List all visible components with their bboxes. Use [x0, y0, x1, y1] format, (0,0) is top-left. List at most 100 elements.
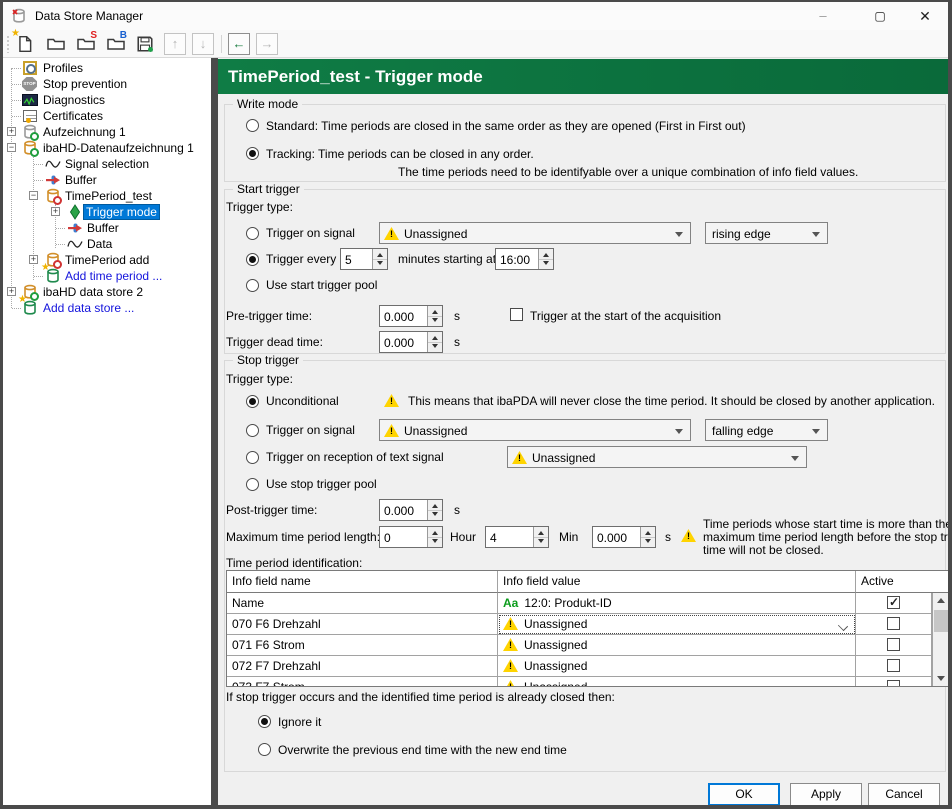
tree-item-certificates[interactable]: Certificates	[3, 108, 211, 124]
maximize-button[interactable]: ▢	[857, 2, 903, 30]
expander-icon[interactable]	[29, 255, 38, 264]
start-trigger-signal-combo[interactable]: Unassigned	[379, 222, 691, 244]
apply-button[interactable]: Apply	[790, 783, 862, 806]
stop-trigger-on-signal-radio[interactable]	[246, 424, 259, 437]
spinner-arrows[interactable]	[372, 249, 387, 269]
table-cell-name[interactable]: 072 F7 Drehzahl	[227, 656, 498, 677]
pane-divider[interactable]	[211, 58, 218, 807]
open-data-store-button[interactable]	[44, 33, 66, 55]
active-checkbox[interactable]	[887, 659, 900, 672]
active-checkbox[interactable]	[887, 596, 900, 609]
tree-item-ibahd-data-store-2[interactable]: ibaHD data store 2	[3, 284, 211, 300]
post-trigger-time-spinner[interactable]: 0.000	[379, 499, 443, 521]
minimize-button[interactable]: –	[800, 2, 846, 30]
tree-item-buffer-2[interactable]: Buffer	[3, 220, 211, 236]
start-trigger-edge-combo[interactable]: rising edge	[705, 222, 828, 244]
open-s-button[interactable]: S	[74, 33, 96, 55]
trigger-dead-time-spinner[interactable]: 0.000	[379, 331, 443, 353]
tree-item-add-data-store[interactable]: ★ Add data store ...	[3, 300, 211, 316]
table-cell-name[interactable]: 070 F6 Drehzahl	[227, 614, 498, 635]
column-header-info-field-value[interactable]: Info field value	[498, 571, 856, 593]
text-signal-combo[interactable]: Unassigned	[507, 446, 807, 468]
table-cell-name[interactable]: Name	[227, 593, 498, 614]
scrollbar-thumb[interactable]	[934, 610, 948, 632]
spinner-arrows[interactable]	[427, 306, 442, 326]
column-header-info-field-name[interactable]: Info field name	[227, 571, 498, 593]
table-cell-value[interactable]: Aa12:0: Produkt-ID	[498, 593, 856, 614]
tree-item-timeperiod-add[interactable]: TimePeriod add	[3, 252, 211, 268]
cancel-button[interactable]: Cancel	[868, 783, 940, 806]
tree-item-trigger-mode[interactable]: Trigger mode	[3, 204, 211, 220]
ok-button[interactable]: OK	[708, 783, 780, 806]
start-trigger-every-radio[interactable]	[246, 253, 259, 266]
table-cell-value[interactable]: Unassigned	[498, 656, 856, 677]
table-cell-name[interactable]: 073 F7 Strom	[227, 677, 498, 687]
max-length-hour-spinner[interactable]: 0	[379, 526, 443, 548]
text-signal-radio[interactable]	[246, 451, 259, 464]
save-button[interactable]	[134, 33, 156, 55]
max-length-sec-spinner[interactable]: 0.000	[592, 526, 656, 548]
pre-trigger-time-spinner[interactable]: 0.000	[379, 305, 443, 327]
standard-radio[interactable]	[246, 119, 259, 132]
spinner-arrows[interactable]	[427, 500, 442, 520]
stop-trigger-signal-combo[interactable]: Unassigned	[379, 419, 691, 441]
ignore-it-radio[interactable]	[258, 715, 271, 728]
table-cell-active[interactable]	[856, 677, 932, 687]
tree-item-stop-prevention[interactable]: STOP Stop prevention	[3, 76, 211, 92]
max-length-min-spinner[interactable]: 4	[485, 526, 549, 548]
expander-icon[interactable]	[29, 191, 38, 200]
expander-icon[interactable]	[7, 127, 16, 136]
trigger-at-acquisition-start-checkbox[interactable]	[510, 308, 523, 321]
table-cell-active[interactable]	[856, 656, 932, 677]
dead-time-unit: s	[454, 335, 460, 349]
column-header-active[interactable]: Active	[856, 571, 949, 593]
active-checkbox[interactable]	[887, 638, 900, 651]
expander-icon[interactable]	[7, 143, 16, 152]
tree-item-diagnostics[interactable]: Diagnostics	[3, 92, 211, 108]
expander-icon[interactable]	[7, 287, 16, 296]
move-up-button[interactable]: ↑	[164, 33, 186, 55]
start-trigger-pool-radio[interactable]	[246, 279, 259, 292]
scroll-down-icon[interactable]	[933, 670, 949, 686]
new-data-store-button[interactable]: ★	[14, 33, 36, 55]
scroll-up-icon[interactable]	[933, 593, 949, 609]
tree-item-timeperiod-test[interactable]: TimePeriod_test	[3, 188, 211, 204]
close-button[interactable]: ✕	[902, 2, 948, 30]
active-checkbox[interactable]	[887, 680, 900, 687]
spinner-arrows[interactable]	[427, 332, 442, 352]
table-cell-active[interactable]	[856, 614, 932, 635]
unconditional-radio[interactable]	[246, 395, 259, 408]
open-b-button[interactable]: B	[104, 33, 126, 55]
tree-item-aufzeichnung-1[interactable]: Aufzeichnung 1	[3, 124, 211, 140]
trigger-start-time-spinner[interactable]: 16:00	[495, 248, 554, 270]
tree-item-signal-selection[interactable]: Signal selection	[3, 156, 211, 172]
tracking-radio[interactable]	[246, 147, 259, 160]
spinner-arrows[interactable]	[533, 527, 548, 547]
table-cell-name[interactable]: 071 F6 Strom	[227, 635, 498, 656]
table-cell-value[interactable]: Unassigned	[498, 677, 856, 687]
move-down-button[interactable]: ↓	[192, 33, 214, 55]
table-cell-value[interactable]: Unassigned	[498, 635, 856, 656]
tree-item-ibahd-datenaufzeichnung-1[interactable]: ibaHD-Datenaufzeichnung 1	[3, 140, 211, 156]
expander-icon[interactable]	[51, 207, 60, 216]
navigate-forward-button[interactable]: →	[256, 33, 278, 55]
tree-item-data[interactable]: Data	[3, 236, 211, 252]
start-trigger-on-signal-radio[interactable]	[246, 227, 259, 240]
tree-item-add-time-period[interactable]: ★ Add time period ...	[3, 268, 211, 284]
active-checkbox[interactable]	[887, 617, 900, 630]
table-cell-value-editing[interactable]: Unassigned	[498, 614, 856, 635]
spinner-arrows[interactable]	[640, 527, 655, 547]
table-cell-active[interactable]	[856, 593, 932, 614]
tree-item-profiles[interactable]: Profiles	[3, 60, 211, 76]
navigate-back-button[interactable]: ←	[228, 33, 250, 55]
table-cell-active[interactable]	[856, 635, 932, 656]
spinner-arrows[interactable]	[427, 527, 442, 547]
spinner-arrows[interactable]	[538, 249, 553, 269]
overwrite-end-time-radio[interactable]	[258, 743, 271, 756]
stop-trigger-edge-combo[interactable]: falling edge	[705, 419, 828, 441]
table-scrollbar[interactable]	[932, 593, 949, 686]
toolbar-grip-handle[interactable]	[6, 35, 10, 53]
tree-item-buffer[interactable]: Buffer	[3, 172, 211, 188]
stop-trigger-pool-radio[interactable]	[246, 478, 259, 491]
trigger-every-minutes-spinner[interactable]: 5	[340, 248, 388, 270]
